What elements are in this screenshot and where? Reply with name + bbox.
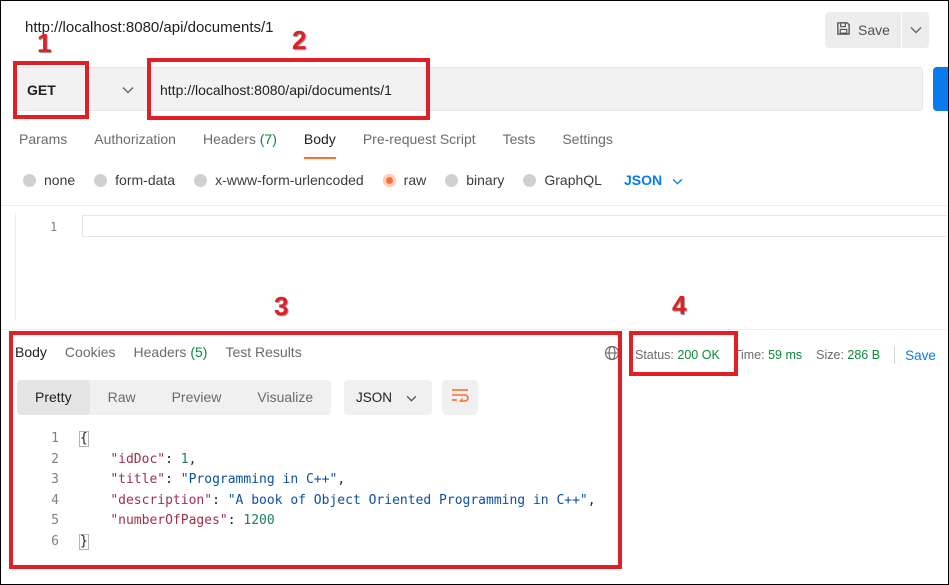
body-type-urlencoded[interactable]: x-www-form-urlencoded <box>194 172 364 188</box>
body-type-form-data[interactable]: form-data <box>94 172 175 188</box>
body-type-selector: none form-data x-www-form-urlencoded raw… <box>23 172 683 188</box>
body-type-graphql[interactable]: GraphQL <box>523 172 602 188</box>
save-label: Save <box>858 22 890 38</box>
radio-icon <box>523 173 537 187</box>
annotation-label-4: 4 <box>672 290 687 320</box>
request-body-editor[interactable]: 1 <box>15 213 948 321</box>
annotation-box-status <box>629 331 738 376</box>
tab-headers[interactable]: Headers (7) <box>203 131 277 157</box>
tab-body[interactable]: Body <box>303 131 336 159</box>
request-tabs: Params Authorization Headers (7) Body Pr… <box>19 131 613 159</box>
tab-settings[interactable]: Settings <box>562 131 613 157</box>
request-title[interactable]: http://localhost:8080/api/documents/1 <box>25 19 274 36</box>
radio-icon <box>23 173 36 187</box>
divider <box>1 205 948 206</box>
annotation-label-3: 3 <box>274 291 289 321</box>
send-button[interactable] <box>933 67 948 111</box>
chevron-down-icon[interactable] <box>122 81 134 99</box>
body-type-raw[interactable]: raw <box>382 172 426 188</box>
save-button[interactable]: Save <box>825 12 901 48</box>
radio-icon <box>445 173 459 187</box>
annotation-label-1: 1 <box>37 28 52 58</box>
headers-count: (7) <box>259 131 277 147</box>
annotation-box-method <box>13 61 89 119</box>
editor-current-line[interactable] <box>82 215 948 237</box>
tab-params[interactable]: Params <box>19 131 67 157</box>
radio-icon <box>194 173 208 187</box>
divider <box>1 329 948 330</box>
size-readout[interactable]: Size: 286 B <box>816 348 880 362</box>
tab-pre-request-script[interactable]: Pre-request Script <box>363 131 476 157</box>
annotation-box-response <box>9 331 622 569</box>
time-value: 59 ms <box>768 348 803 362</box>
line-number: 1 <box>50 220 58 234</box>
save-group: Save <box>825 12 929 48</box>
chevron-down-icon <box>672 172 683 188</box>
tab-authorization[interactable]: Authorization <box>94 131 176 157</box>
annotation-label-2: 2 <box>292 25 307 55</box>
size-value: 286 B <box>847 348 881 362</box>
body-format-dropdown[interactable]: JSON <box>624 172 683 188</box>
body-type-binary[interactable]: binary <box>445 172 504 188</box>
radio-icon <box>94 173 108 187</box>
time-readout[interactable]: Time: 59 ms <box>734 348 802 362</box>
save-response-button[interactable]: Save <box>905 348 936 363</box>
divider <box>894 346 896 364</box>
annotation-box-url <box>147 58 430 120</box>
chevron-down-icon <box>909 21 922 39</box>
body-type-none[interactable]: none <box>23 172 75 188</box>
postman-window: http://localhost:8080/api/documents/1 Sa… <box>0 0 949 585</box>
save-dropdown-button[interactable] <box>901 12 929 48</box>
tab-tests[interactable]: Tests <box>503 131 536 157</box>
save-icon <box>836 21 851 39</box>
radio-selected-icon <box>382 173 396 187</box>
